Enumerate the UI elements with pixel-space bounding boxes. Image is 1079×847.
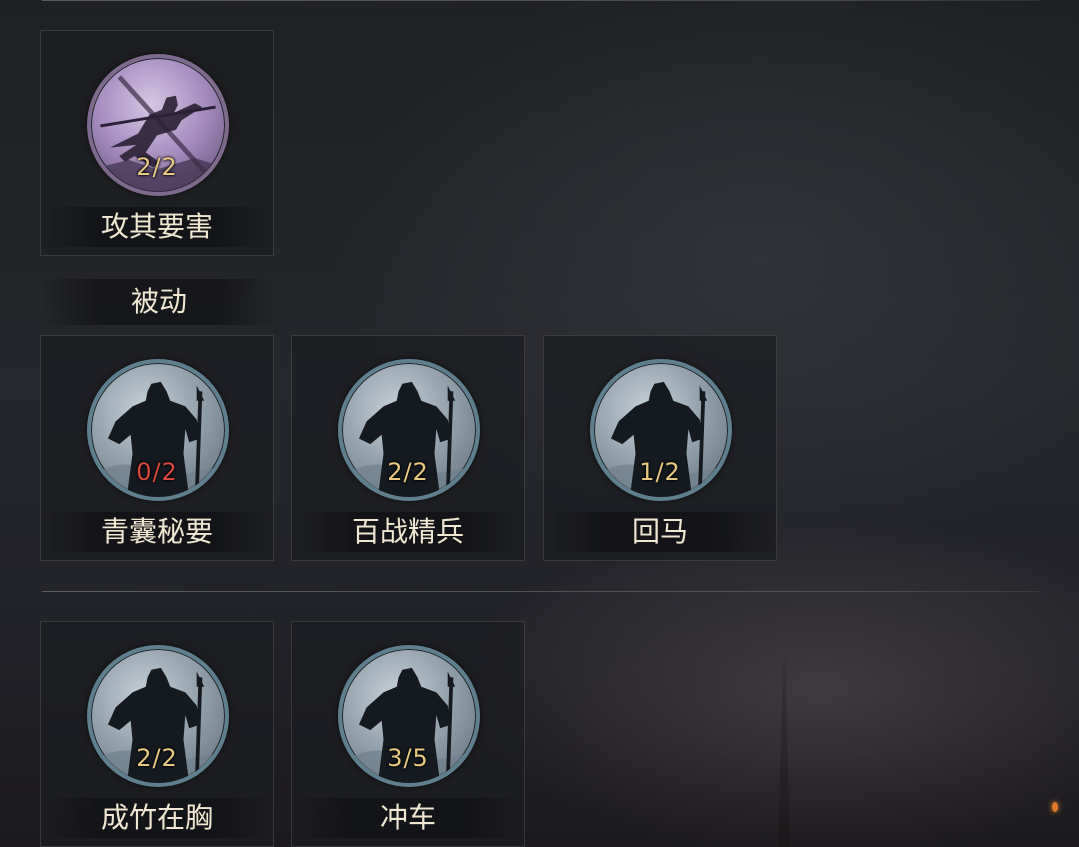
skill-level-count: 3/5	[387, 744, 429, 772]
skill-level-count: 2/2	[136, 744, 178, 772]
section-divider	[42, 591, 1040, 592]
skill-name: 攻其要害	[41, 207, 273, 247]
skill-level-count: 2/2	[136, 153, 178, 181]
skill-name: 青囊秘要	[41, 512, 273, 552]
skill-card-huima[interactable]: 1/2 回马	[543, 335, 777, 561]
skill-card-gongqiyaohai[interactable]: 2/2 攻其要害	[40, 30, 274, 256]
skill-level-count: 2/2	[387, 458, 429, 486]
skill-name: 成竹在胸	[41, 798, 273, 838]
skill-name: 冲车	[292, 798, 524, 838]
top-divider	[42, 0, 1040, 1]
skill-card-baizhanjingbing[interactable]: 2/2 百战精兵	[291, 335, 525, 561]
background-tower	[778, 652, 790, 847]
skill-card-qingnangmiyao[interactable]: 0/2 青囊秘要	[40, 335, 274, 561]
skill-name: 百战精兵	[292, 512, 524, 552]
skill-card-chengzhuzaixiong[interactable]: 2/2 成竹在胸	[40, 621, 274, 847]
passive-section-label: 被动	[42, 279, 276, 325]
skill-level-count: 0/2	[136, 458, 178, 486]
skill-level-count: 1/2	[639, 458, 681, 486]
background-ember	[1052, 802, 1058, 812]
skill-card-chongche[interactable]: 3/5 冲车	[291, 621, 525, 847]
skill-name: 回马	[544, 512, 776, 552]
